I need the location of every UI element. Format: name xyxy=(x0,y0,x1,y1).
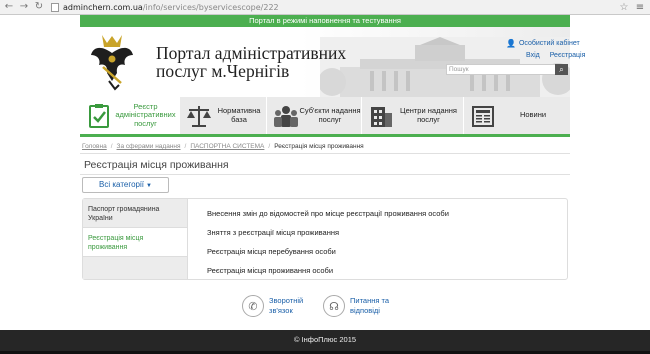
nav-label-registry: Реєстр адміністративних послуг xyxy=(115,101,176,128)
divider xyxy=(80,174,570,175)
breadcrumb-separator: / xyxy=(110,143,113,150)
register-link[interactable]: Реєстрація xyxy=(550,52,586,59)
feedback-line1: Зворотній xyxy=(269,296,304,305)
faq-link[interactable]: ☊ Питання та відповіді xyxy=(323,295,389,317)
user-icon: 👤 xyxy=(506,39,516,48)
testing-banner: Портал в режимі наповнення та тестування xyxy=(80,15,570,27)
cabinet-link[interactable]: 👤 Особистий кабінет xyxy=(506,39,580,48)
faq-line2: відповіді xyxy=(350,306,380,315)
category-select[interactable]: Всі категорії ▼ xyxy=(82,177,169,193)
footer: © ІнфоПлюс 2015 xyxy=(0,330,650,354)
divider xyxy=(80,153,570,154)
footer-copyright: © ІнфоПлюс 2015 xyxy=(293,335,357,344)
faq-text: Питання та відповіді xyxy=(350,296,389,316)
back-icon[interactable]: ← xyxy=(3,1,15,13)
clipboard-check-icon xyxy=(89,103,109,128)
nav-item-centers[interactable]: Центри надання послуг xyxy=(362,97,464,134)
category-sidebar: Паспорт громадянина України Реєстрація м… xyxy=(83,199,188,279)
breadcrumb: Головна / За сферами надання / ПАСПОРТНА СИС… xyxy=(82,143,364,150)
newspaper-icon xyxy=(472,105,494,127)
forward-icon[interactable]: → xyxy=(18,1,30,13)
site-title[interactable]: Портал адміністративних послуг м.Чернігі… xyxy=(156,44,346,80)
breadcrumb-section[interactable]: ПАСПОРТНА СИСТЕМА xyxy=(190,143,264,150)
site-title-line1: Портал адміністративних xyxy=(156,43,347,63)
service-item[interactable]: Зняття з реєстрації місця проживання xyxy=(207,228,449,247)
site-header: Портал адміністративних послуг м.Чернігі… xyxy=(80,27,585,97)
service-item[interactable]: Внесення змін до відомостей про місце ре… xyxy=(207,209,449,228)
category-select-label: Всі категорії xyxy=(99,180,144,189)
service-item[interactable]: Реєстрація місця перебування особи xyxy=(207,247,449,266)
page-title: Реєстрація місця проживання xyxy=(84,159,229,171)
cabinet-label: Особистий кабінет xyxy=(518,40,580,47)
nav-label-normative: Нормативна база xyxy=(217,106,261,124)
reload-icon[interactable]: ↻ xyxy=(33,1,45,13)
page-icon xyxy=(51,2,59,12)
content-panel: Паспорт громадянина України Реєстрація м… xyxy=(82,198,568,280)
feedback-text: Зворотній зв'язок xyxy=(269,296,303,316)
city-coat-of-arms-logo[interactable] xyxy=(89,33,135,91)
breadcrumb-separator: / xyxy=(184,143,187,150)
browser-menu-icon[interactable]: ≡ xyxy=(634,2,646,13)
search-box: Пошук ⌕ xyxy=(446,64,568,75)
browser-address-bar: ← → ↻ adminchern.com.ua/info/services/by… xyxy=(0,0,650,15)
breadcrumb-home[interactable]: Головна xyxy=(82,143,107,150)
feedback-link[interactable]: ✆ Зворотній зв'язок xyxy=(242,295,303,317)
search-button[interactable]: ⌕ xyxy=(555,64,568,75)
url-path: /info/services/byservicescope/222 xyxy=(142,2,279,12)
faq-line1: Питання та xyxy=(350,296,390,305)
building-icon xyxy=(371,106,392,127)
scales-icon xyxy=(187,105,211,127)
auth-links: Вхід Реєстрація xyxy=(518,52,585,59)
people-icon xyxy=(274,105,298,127)
sidebar-item-passport[interactable]: Паспорт громадянина України xyxy=(83,199,187,228)
service-item[interactable]: Реєстрація місця проживання особи xyxy=(207,266,449,285)
nav-item-news[interactable]: Новини xyxy=(464,97,570,134)
search-icon: ⌕ xyxy=(559,65,564,74)
url-host: adminchern.com.ua xyxy=(63,2,143,12)
headset-icon: ☊ xyxy=(323,295,345,317)
nav-label-news: Новини xyxy=(519,110,547,120)
site-title-line2: послуг м.Чернігів xyxy=(156,61,290,81)
url-field[interactable]: adminchern.com.ua/info/services/byservic… xyxy=(51,1,618,13)
phone-icon: ✆ xyxy=(242,295,264,317)
nav-label-subjects: Суб'єкти надання послуг xyxy=(299,106,361,124)
breadcrumb-current: Реєстрація місця проживання xyxy=(274,143,364,150)
breadcrumb-separator: / xyxy=(268,143,271,150)
nav-item-registry[interactable]: Реєстр адміністративних послуг xyxy=(80,97,180,134)
breadcrumb-scope[interactable]: За сферами надання xyxy=(117,143,181,150)
bookmark-star-icon[interactable]: ☆ xyxy=(618,2,630,13)
nav-item-subjects[interactable]: Суб'єкти надання послуг xyxy=(267,97,362,134)
sidebar-item-residence-registration[interactable]: Реєстрація місця проживання xyxy=(83,228,187,257)
feedback-line2: зв'язок xyxy=(269,306,293,315)
page-root: { "browser": {"url_host": "adminchern.co… xyxy=(0,0,650,354)
caret-down-icon: ▼ xyxy=(146,183,152,189)
search-input[interactable]: Пошук xyxy=(447,65,555,74)
main-nav: Реєстр адміністративних послуг Нормативн… xyxy=(80,97,570,137)
service-list: Внесення змін до відомостей про місце ре… xyxy=(207,209,449,285)
nav-label-centers: Центри надання послуг xyxy=(400,106,457,124)
nav-item-normative[interactable]: Нормативна база xyxy=(180,97,267,134)
login-link[interactable]: Вхід xyxy=(526,52,540,59)
